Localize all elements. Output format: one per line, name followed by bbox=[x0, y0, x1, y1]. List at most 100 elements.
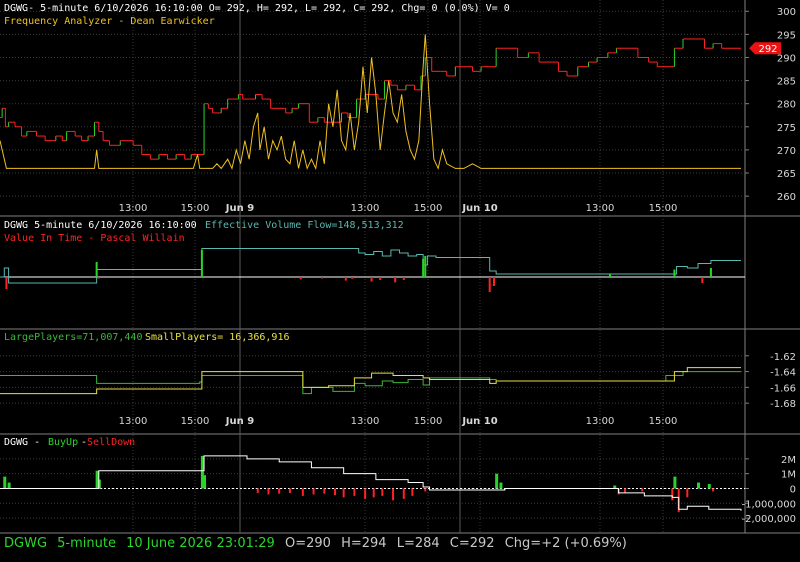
selldown-bar bbox=[624, 488, 627, 493]
time-axis-label: Jun 10 bbox=[461, 416, 497, 427]
selldown-bar bbox=[288, 488, 291, 493]
axis-labels: 13:00 15:00 Jun 9 13:00 15:00 Jun 10 13:00 15:0… bbox=[119, 7, 796, 525]
selldown-bar bbox=[353, 488, 356, 496]
buyup-bar bbox=[203, 475, 207, 489]
status-datetime: 10 June 2026 23:01:29 bbox=[126, 536, 275, 551]
value-in-time-bar bbox=[394, 277, 397, 283]
y-tick-label: 0 bbox=[790, 484, 796, 495]
buyup-bar bbox=[499, 482, 503, 489]
y-tick-label: -1.66 bbox=[770, 383, 796, 394]
value-in-time-bar bbox=[321, 277, 324, 279]
y-tick-label: 280 bbox=[777, 100, 796, 111]
time-axis-label: Jun 9 bbox=[225, 416, 254, 427]
time-axis-label: 15:00 bbox=[181, 416, 210, 427]
panel-4-header-prefix: DGWG - bbox=[4, 437, 40, 448]
chart-canvas: 13:00 15:00 Jun 9 13:00 15:00 Jun 10 13:00 15:0… bbox=[0, 0, 800, 534]
buyup-bar bbox=[495, 473, 499, 489]
buyup-bar bbox=[697, 482, 701, 489]
panel-2-indicator: Effective Volume Flow=148,513,312 bbox=[205, 220, 404, 231]
panel-2-header: DGWG 5-minute 6/10/2026 16:10:00 bbox=[4, 220, 197, 231]
selldown-bar bbox=[301, 488, 304, 496]
y-tick-label: 300 bbox=[777, 7, 796, 18]
value-in-time-bar bbox=[488, 277, 491, 292]
value-in-time-bar bbox=[402, 277, 405, 280]
last-price-label: 292 bbox=[758, 44, 777, 55]
volume-flow-line bbox=[0, 248, 741, 284]
selldown-bar bbox=[402, 488, 405, 499]
value-in-time-bar bbox=[97, 277, 100, 279]
selldown-bar bbox=[372, 488, 375, 498]
selldown-bar bbox=[712, 488, 715, 492]
y-tick-label: -2,000,000 bbox=[741, 514, 796, 525]
y-tick-label: 285 bbox=[777, 77, 796, 88]
y-tick-label: 290 bbox=[777, 53, 796, 64]
value-in-time-bar bbox=[370, 277, 373, 282]
frequency-analyzer-line bbox=[0, 34, 741, 171]
selldown-bar bbox=[364, 488, 367, 499]
time-axis-label: 13:00 bbox=[586, 203, 615, 214]
panel-3-small-players: SmallPlayers= 16,366,916 bbox=[145, 332, 290, 343]
value-in-time-bar bbox=[5, 277, 8, 289]
y-tick-label: 275 bbox=[777, 123, 796, 134]
y-tick-label: -1.62 bbox=[770, 352, 796, 363]
buyup-bar bbox=[707, 484, 711, 489]
time-axis-label: 13:00 bbox=[351, 416, 380, 427]
selldown-bar bbox=[671, 488, 674, 501]
value-in-time-bar bbox=[673, 269, 676, 277]
time-axis-label: 13:00 bbox=[586, 416, 615, 427]
y-tick-label: -1.68 bbox=[770, 399, 796, 410]
time-axis-label: 15:00 bbox=[414, 416, 443, 427]
y-tick-label: 1M bbox=[781, 470, 796, 481]
value-in-time-bar bbox=[299, 277, 302, 280]
status-close: C=292 bbox=[449, 536, 495, 551]
status-change: Chg=+2 (+0.69%) bbox=[504, 536, 627, 551]
panel-3-large-players: LargePlayers=71,007,440 bbox=[4, 332, 142, 343]
cumulative-line bbox=[0, 455, 742, 511]
selldown-bar bbox=[686, 488, 689, 498]
selldown-bar bbox=[424, 488, 427, 492]
buyup-bar bbox=[3, 476, 7, 489]
value-in-time-bar bbox=[95, 262, 98, 277]
status-interval: 5-minute bbox=[57, 536, 116, 551]
y-tick-label: -1.64 bbox=[770, 368, 796, 379]
status-open: O=290 bbox=[284, 536, 331, 551]
selldown-bar bbox=[342, 488, 345, 498]
buyup-bar bbox=[673, 476, 677, 489]
value-in-time-bar bbox=[200, 250, 203, 277]
status-low: L=284 bbox=[396, 536, 440, 551]
grid-lines bbox=[0, 0, 745, 533]
panel-4-buyup: BuyUp bbox=[48, 437, 78, 448]
time-axis-label: 13:00 bbox=[119, 203, 148, 214]
time-axis-label: Jun 9 bbox=[225, 203, 254, 214]
selldown-bar bbox=[256, 488, 259, 493]
selldown-bar bbox=[334, 488, 337, 496]
selldown-bar bbox=[323, 488, 326, 494]
status-symbol: DGWG bbox=[4, 536, 48, 551]
value-in-time-bar bbox=[608, 274, 611, 277]
panel-2-subheader: Value In Time - Pascal Willain bbox=[4, 233, 185, 244]
value-in-time-bar bbox=[344, 277, 347, 281]
status-high: H=294 bbox=[341, 536, 387, 551]
value-in-time-bar bbox=[424, 256, 427, 277]
time-axis-label: 15:00 bbox=[649, 203, 678, 214]
selldown-bar bbox=[267, 488, 270, 495]
time-axis-label: 13:00 bbox=[119, 416, 148, 427]
time-axis-label: 13:00 bbox=[351, 203, 380, 214]
panel-1-subheader: Frequency Analyzer - Dean Earwicker bbox=[4, 16, 215, 27]
time-axis-label: 15:00 bbox=[649, 416, 678, 427]
panel-1-header: DGWG- 5-minute 6/10/2026 16:10:00 O= 292… bbox=[4, 3, 510, 14]
value-in-time-bar bbox=[351, 277, 354, 279]
y-tick-label: 295 bbox=[777, 30, 796, 41]
time-axis-label: 15:00 bbox=[181, 203, 210, 214]
selldown-bar bbox=[641, 488, 644, 492]
value-in-time-bar bbox=[493, 277, 495, 286]
status-bar: DGWG 5-minute 10 June 2026 23:01:29 O=29… bbox=[0, 535, 800, 562]
panel-4-selldown: SellDown bbox=[87, 437, 135, 448]
selldown-bar bbox=[312, 488, 315, 495]
y-tick-label: 270 bbox=[777, 146, 796, 157]
selldown-bar bbox=[411, 488, 414, 496]
buyup-bar bbox=[7, 482, 11, 489]
large-players-line bbox=[0, 371, 741, 395]
value-in-time-bar bbox=[701, 277, 704, 283]
value-in-time-bar bbox=[709, 268, 712, 277]
